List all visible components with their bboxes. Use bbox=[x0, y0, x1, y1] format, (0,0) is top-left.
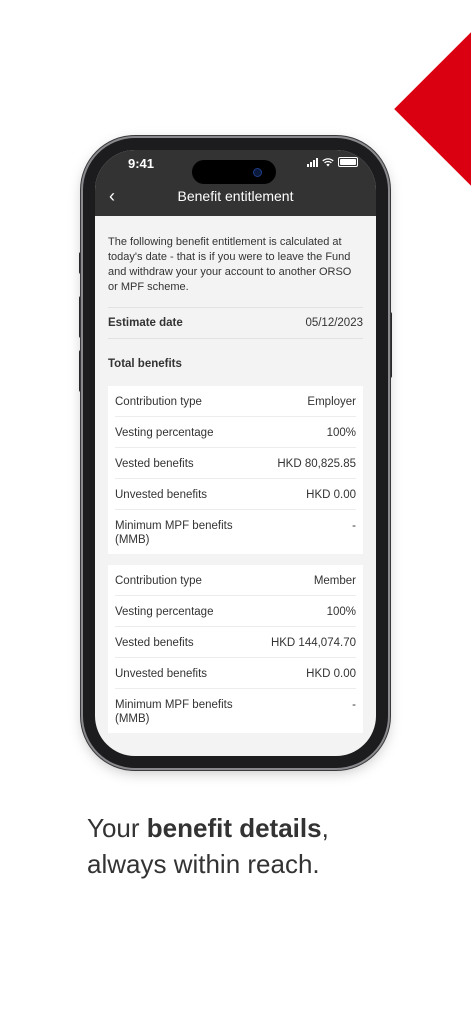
row-value: Employer bbox=[307, 396, 356, 408]
table-row: Minimum MPF benefits (MMB) - bbox=[115, 689, 356, 733]
row-label: Contribution type bbox=[115, 396, 202, 408]
table-row: Vested benefits HKD 144,074.70 bbox=[115, 627, 356, 658]
app-header: 9:41 ‹ Benefit entitlement bbox=[95, 150, 376, 216]
status-time: 9:41 bbox=[128, 156, 155, 171]
table-row: Contribution type Member bbox=[115, 565, 356, 596]
row-label: Vesting percentage bbox=[115, 427, 214, 439]
tagline: Your benefit details, always within reac… bbox=[87, 810, 329, 882]
row-value: HKD 80,825.85 bbox=[277, 458, 356, 470]
table-row: Vested benefits HKD 80,825.85 bbox=[115, 448, 356, 479]
table-row: Unvested benefits HKD 0.00 bbox=[115, 479, 356, 510]
row-value: Member bbox=[313, 575, 356, 587]
main-content: The following benefit entitlement is cal… bbox=[108, 216, 363, 756]
status-icons bbox=[307, 157, 358, 167]
estimate-date-value: 05/12/2023 bbox=[305, 317, 363, 329]
table-row: Vesting percentage 100% bbox=[115, 596, 356, 627]
estimate-date-row: Estimate date 05/12/2023 bbox=[108, 307, 363, 339]
table-row: Unvested benefits HKD 0.00 bbox=[115, 658, 356, 689]
brand-hexagon-shape bbox=[393, 30, 471, 186]
row-label: Unvested benefits bbox=[115, 668, 208, 680]
table-row: Minimum MPF benefits (MMB) - bbox=[115, 510, 356, 554]
row-label: Unvested benefits bbox=[115, 489, 208, 501]
row-label: Vesting percentage bbox=[115, 606, 214, 618]
phone-screen: 9:41 ‹ Benefit entitlement The following… bbox=[95, 150, 376, 756]
row-label: Contribution type bbox=[115, 575, 202, 587]
wifi-icon bbox=[322, 157, 334, 166]
benefit-card-member: Contribution type Member Vesting percent… bbox=[108, 565, 363, 733]
row-value: HKD 0.00 bbox=[306, 668, 356, 680]
page-title: Benefit entitlement bbox=[177, 188, 294, 204]
row-label: Vested benefits bbox=[115, 637, 194, 649]
row-value: 100% bbox=[326, 606, 356, 618]
battery-icon bbox=[338, 157, 358, 167]
camera-icon bbox=[253, 168, 262, 177]
row-value: - bbox=[352, 699, 356, 711]
row-label: Vested benefits bbox=[115, 458, 194, 470]
benefit-card-employer: Contribution type Employer Vesting perce… bbox=[108, 386, 363, 554]
intro-text: The following benefit entitlement is cal… bbox=[108, 236, 352, 293]
dynamic-island bbox=[192, 160, 276, 184]
estimate-date-label: Estimate date bbox=[108, 317, 183, 329]
cellular-signal-icon bbox=[307, 157, 318, 167]
total-benefits-title: Total benefits bbox=[108, 358, 182, 370]
row-label: Minimum MPF benefits (MMB) bbox=[115, 520, 233, 546]
phone-frame: 9:41 ‹ Benefit entitlement The following… bbox=[83, 138, 388, 768]
row-label: Minimum MPF benefits (MMB) bbox=[115, 699, 233, 725]
row-value: - bbox=[352, 520, 356, 532]
tagline-part1: Your bbox=[87, 813, 147, 843]
row-value: HKD 0.00 bbox=[306, 489, 356, 501]
tagline-line2: always within reach. bbox=[87, 849, 320, 879]
row-value: 100% bbox=[326, 427, 356, 439]
table-row: Vesting percentage 100% bbox=[115, 417, 356, 448]
table-row: Contribution type Employer bbox=[115, 386, 356, 417]
row-value: HKD 144,074.70 bbox=[270, 637, 356, 649]
tagline-part2: , bbox=[321, 813, 329, 843]
tagline-bold: benefit details bbox=[146, 813, 322, 843]
